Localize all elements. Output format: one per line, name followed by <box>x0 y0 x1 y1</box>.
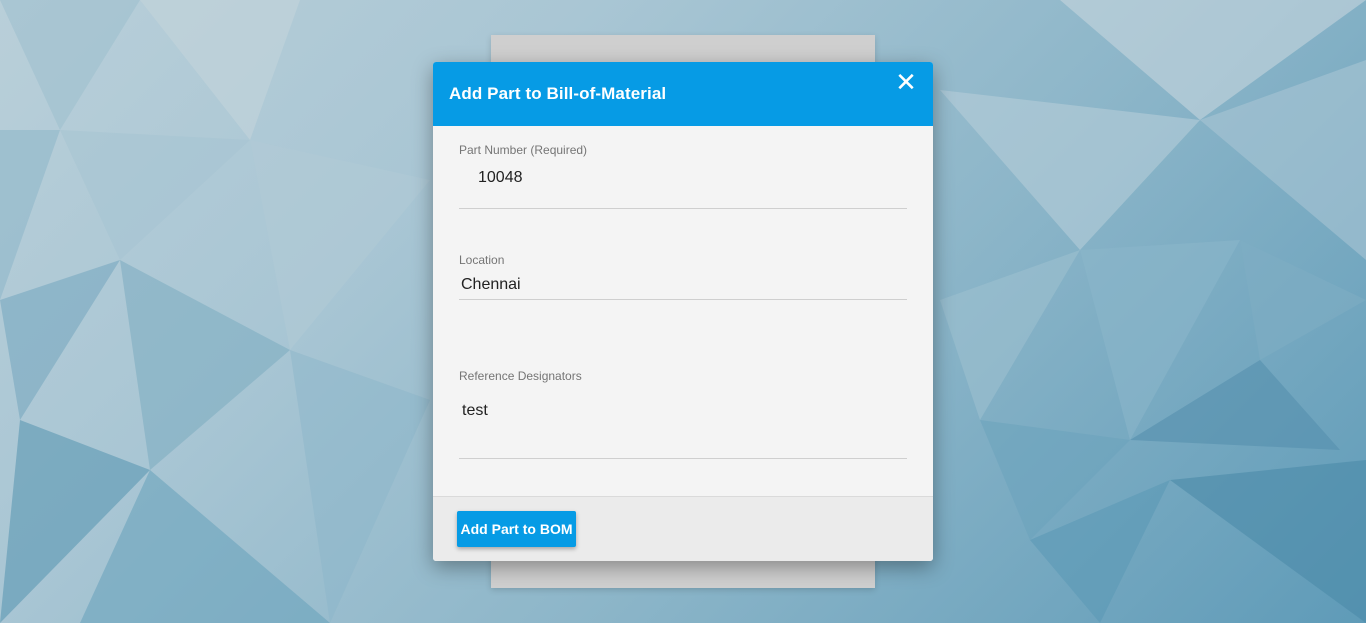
reference-designators-label: Reference Designators <box>459 369 582 383</box>
location-input[interactable] <box>459 270 907 300</box>
reference-designators-input[interactable]: test <box>459 388 907 459</box>
dialog-title: Add Part to Bill-of-Material <box>449 84 667 103</box>
part-number-input[interactable] <box>459 162 907 209</box>
location-label: Location <box>459 253 505 267</box>
close-icon[interactable]: ✕ <box>893 70 919 96</box>
part-number-label: Part Number (Required) <box>459 143 588 157</box>
add-part-dialog: Add Part to Bill-of-Material ✕ Part Numb… <box>433 62 933 561</box>
dialog-footer: Add Part to BOM <box>433 496 933 561</box>
add-part-to-bom-button[interactable]: Add Part to BOM <box>457 511 576 547</box>
dialog-header: Add Part to Bill-of-Material ✕ <box>433 62 933 126</box>
